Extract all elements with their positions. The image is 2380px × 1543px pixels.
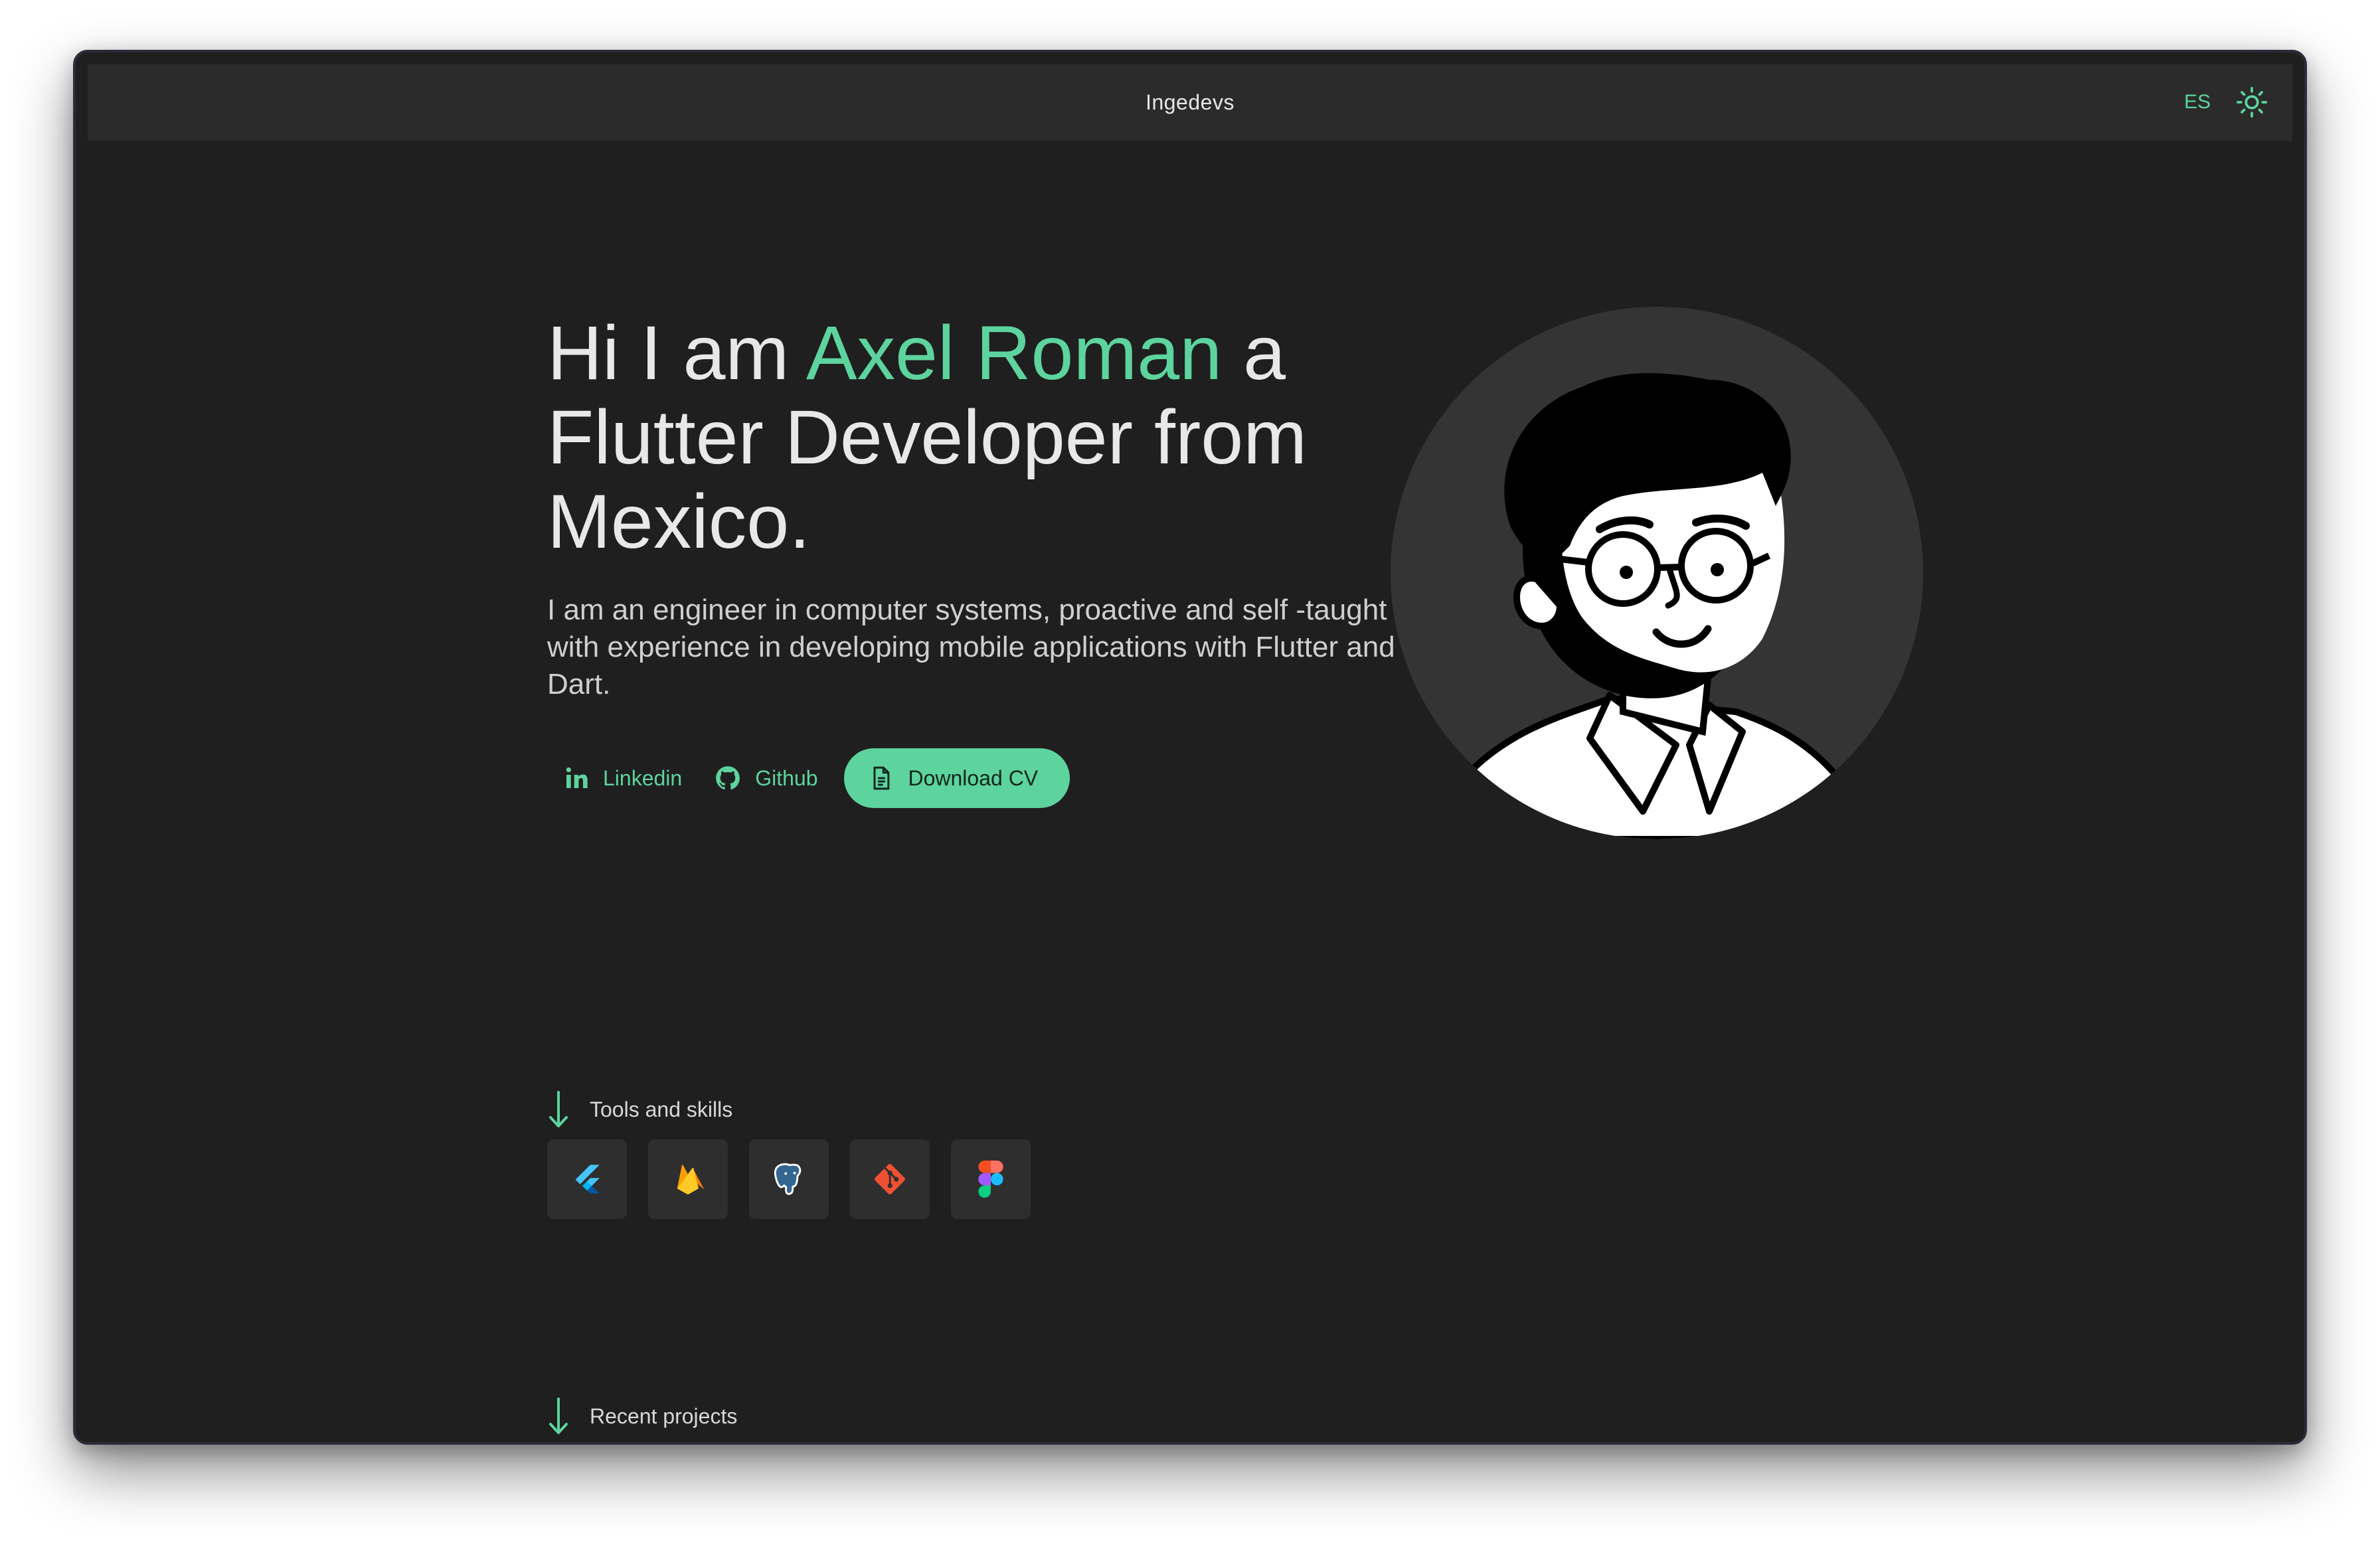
arrow-down-icon xyxy=(549,1091,568,1127)
skills-title-label: Tools and skills xyxy=(590,1097,733,1121)
git-icon xyxy=(875,1164,905,1194)
github-label: Github xyxy=(755,766,818,790)
hero-greeting: Hi I am xyxy=(547,311,806,396)
theme-toggle-button[interactable] xyxy=(2235,86,2268,119)
skill-firebase xyxy=(648,1139,728,1219)
avatar xyxy=(1391,307,1923,839)
browser-window: Ingedevs ES Hi I am Axel Roman a Flutter… xyxy=(73,50,2307,1445)
skill-figma xyxy=(951,1139,1031,1219)
projects-section-title: Recent projects xyxy=(547,1396,737,1436)
skill-git xyxy=(850,1139,930,1219)
download-cv-label: Download CV xyxy=(908,766,1039,790)
linkedin-button[interactable]: Linkedin xyxy=(547,748,698,808)
skills-section-title: Tools and skills xyxy=(547,1090,732,1129)
github-icon xyxy=(716,766,740,790)
skill-postgresql xyxy=(749,1139,829,1219)
linkedin-icon xyxy=(566,767,588,788)
app-title: Ingedevs xyxy=(1146,90,1234,114)
screenshot-stage: Ingedevs ES Hi I am Axel Roman a Flutter… xyxy=(0,0,2380,1543)
hero-actions: Linkedin Github Download CV xyxy=(547,748,1070,808)
hero-name: Axel Roman xyxy=(806,311,1223,396)
projects-title-label: Recent projects xyxy=(590,1404,738,1428)
app-bar: Ingedevs ES xyxy=(88,64,2292,141)
hero-heading: Hi I am Axel Roman a Flutter Developer f… xyxy=(547,311,1377,564)
download-cv-button[interactable]: Download CV xyxy=(844,748,1070,808)
skills-list xyxy=(547,1139,1052,1219)
github-button[interactable]: Github xyxy=(698,748,833,808)
postgresql-icon xyxy=(774,1163,802,1195)
figma-icon xyxy=(978,1161,1003,1198)
firebase-icon xyxy=(677,1165,705,1194)
avatar-illustration xyxy=(1460,373,1859,839)
arrow-down-icon xyxy=(549,1398,568,1434)
document-icon xyxy=(873,766,890,790)
flutter-icon xyxy=(575,1165,600,1194)
app-viewport: Ingedevs ES Hi I am Axel Roman a Flutter… xyxy=(88,64,2292,1434)
linkedin-label: Linkedin xyxy=(603,766,683,790)
skill-flutter xyxy=(547,1139,627,1219)
hero-description: I am an engineer in computer systems, pr… xyxy=(547,594,1395,700)
sun-icon xyxy=(2236,86,2268,118)
language-toggle-button[interactable]: ES xyxy=(2184,86,2211,119)
